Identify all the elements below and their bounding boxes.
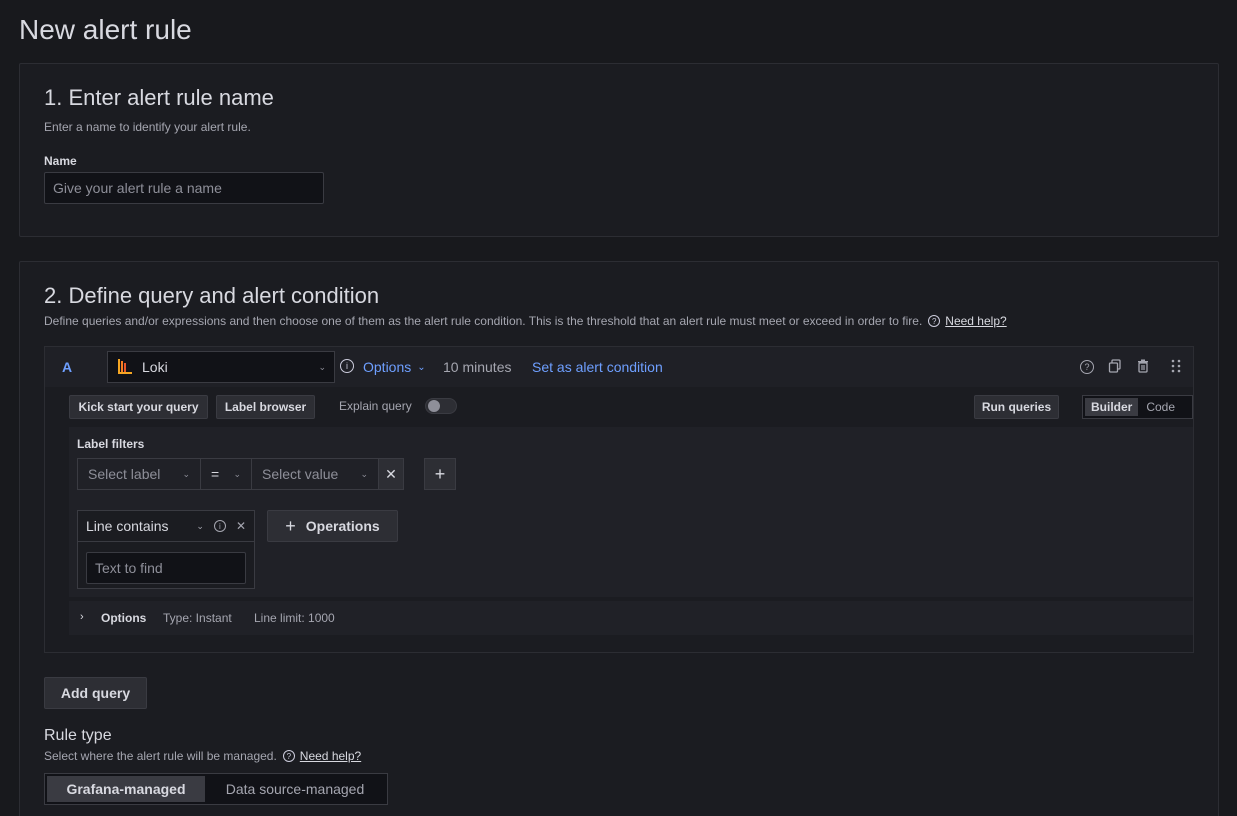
section2-description-row: Define queries and/or expressions and th… xyxy=(44,314,1194,328)
help-icon[interactable]: ? xyxy=(1080,360,1094,374)
datasource-managed-option[interactable]: Data source-managed xyxy=(205,776,385,802)
text-to-find-placeholder: Text to find xyxy=(95,560,163,576)
grafana-managed-option[interactable]: Grafana-managed xyxy=(47,776,205,802)
plus-icon: + xyxy=(285,515,296,536)
operator-text: = xyxy=(211,466,220,482)
page-title: New alert rule xyxy=(19,14,192,45)
editor-mode-toggle: Builder Code xyxy=(1082,395,1193,419)
explain-query-label: Explain query xyxy=(339,399,412,413)
toggle-knob xyxy=(428,400,440,412)
add-filter-button[interactable]: + xyxy=(424,458,456,490)
copy-icon[interactable] xyxy=(1108,359,1122,373)
datasource-name: Loki xyxy=(142,359,168,375)
question-circle-icon: ? xyxy=(282,750,295,762)
chevron-down-icon: ⌄ xyxy=(417,361,426,373)
options-row-label[interactable]: Options xyxy=(101,611,146,625)
question-circle-icon: ? xyxy=(928,315,941,327)
query-type-info: Type: Instant xyxy=(163,611,232,625)
rule-type-help-link[interactable]: Need help? xyxy=(300,749,361,763)
loki-logo-icon xyxy=(118,359,132,374)
line-contains-label: Line contains xyxy=(86,518,169,534)
rule-type-description-row: Select where the alert rule will be mana… xyxy=(44,749,361,763)
chevron-right-icon[interactable]: › xyxy=(80,611,84,623)
time-range[interactable]: 10 minutes xyxy=(443,359,511,375)
alert-name-placeholder: Give your alert rule a name xyxy=(53,180,222,196)
info-icon[interactable]: i xyxy=(340,359,354,373)
info-icon[interactable]: i xyxy=(213,520,226,532)
remove-filter-button[interactable]: ✕ xyxy=(378,458,404,490)
section2-description: Define queries and/or expressions and th… xyxy=(44,314,923,328)
section1-description: Enter a name to identify your alert rule… xyxy=(44,120,251,134)
options-label: Options xyxy=(363,359,412,375)
alert-name-input[interactable]: Give your alert rule a name xyxy=(44,172,324,204)
add-operations-button[interactable]: + Operations xyxy=(267,510,398,542)
rule-type-title: Rule type xyxy=(44,727,112,744)
chevron-down-icon: ⌄ xyxy=(318,361,326,372)
datasource-picker[interactable]: Loki ⌄ xyxy=(107,351,335,383)
add-query-button[interactable]: Add query xyxy=(44,677,147,709)
label-filters-title: Label filters xyxy=(77,437,145,451)
close-icon: ✕ xyxy=(385,465,397,482)
chevron-down-icon[interactable]: ⌄ xyxy=(196,521,204,532)
operations-label: Operations xyxy=(305,518,380,534)
section1-title: 1. Enter alert rule name xyxy=(44,85,274,110)
chevron-down-icon: ⌄ xyxy=(233,468,241,479)
close-icon[interactable]: ✕ xyxy=(236,519,246,533)
select-value-text: Select value xyxy=(262,466,339,482)
line-limit-info: Line limit: 1000 xyxy=(254,611,335,625)
text-to-find-input[interactable]: Text to find xyxy=(86,552,246,584)
plus-icon: + xyxy=(434,463,446,484)
set-alert-condition-button[interactable]: Set as alert condition xyxy=(532,359,663,375)
explain-query-toggle[interactable] xyxy=(425,398,457,414)
select-value-dropdown[interactable]: Select value ⌄ xyxy=(251,458,379,490)
section2-title: 2. Define query and alert condition xyxy=(44,283,380,308)
run-queries-button[interactable]: Run queries xyxy=(974,395,1059,419)
name-label: Name xyxy=(44,154,77,168)
operation-header[interactable]: Line contains ⌄ i ✕ xyxy=(78,511,254,542)
query-options-button[interactable]: Options ⌄ xyxy=(363,359,426,375)
operator-dropdown[interactable]: = ⌄ xyxy=(200,458,252,490)
builder-mode-button[interactable]: Builder xyxy=(1085,398,1139,416)
rule-type-description: Select where the alert rule will be mana… xyxy=(44,749,277,763)
trash-icon[interactable] xyxy=(1136,359,1150,373)
select-label-dropdown[interactable]: Select label ⌄ xyxy=(77,458,201,490)
chevron-down-icon: ⌄ xyxy=(360,468,368,479)
code-mode-button[interactable]: Code xyxy=(1138,400,1183,414)
need-help-link[interactable]: Need help? xyxy=(945,314,1006,328)
rule-type-selector: Grafana-managed Data source-managed xyxy=(44,773,388,805)
chevron-down-icon: ⌄ xyxy=(182,468,190,479)
kick-start-query-button[interactable]: Kick start your query xyxy=(69,395,208,419)
select-label-text: Select label xyxy=(88,466,161,482)
query-options-row[interactable] xyxy=(69,601,1193,635)
label-browser-button[interactable]: Label browser xyxy=(216,395,315,419)
drag-handle-icon[interactable] xyxy=(1170,359,1182,373)
query-ref-id[interactable]: A xyxy=(62,359,72,375)
